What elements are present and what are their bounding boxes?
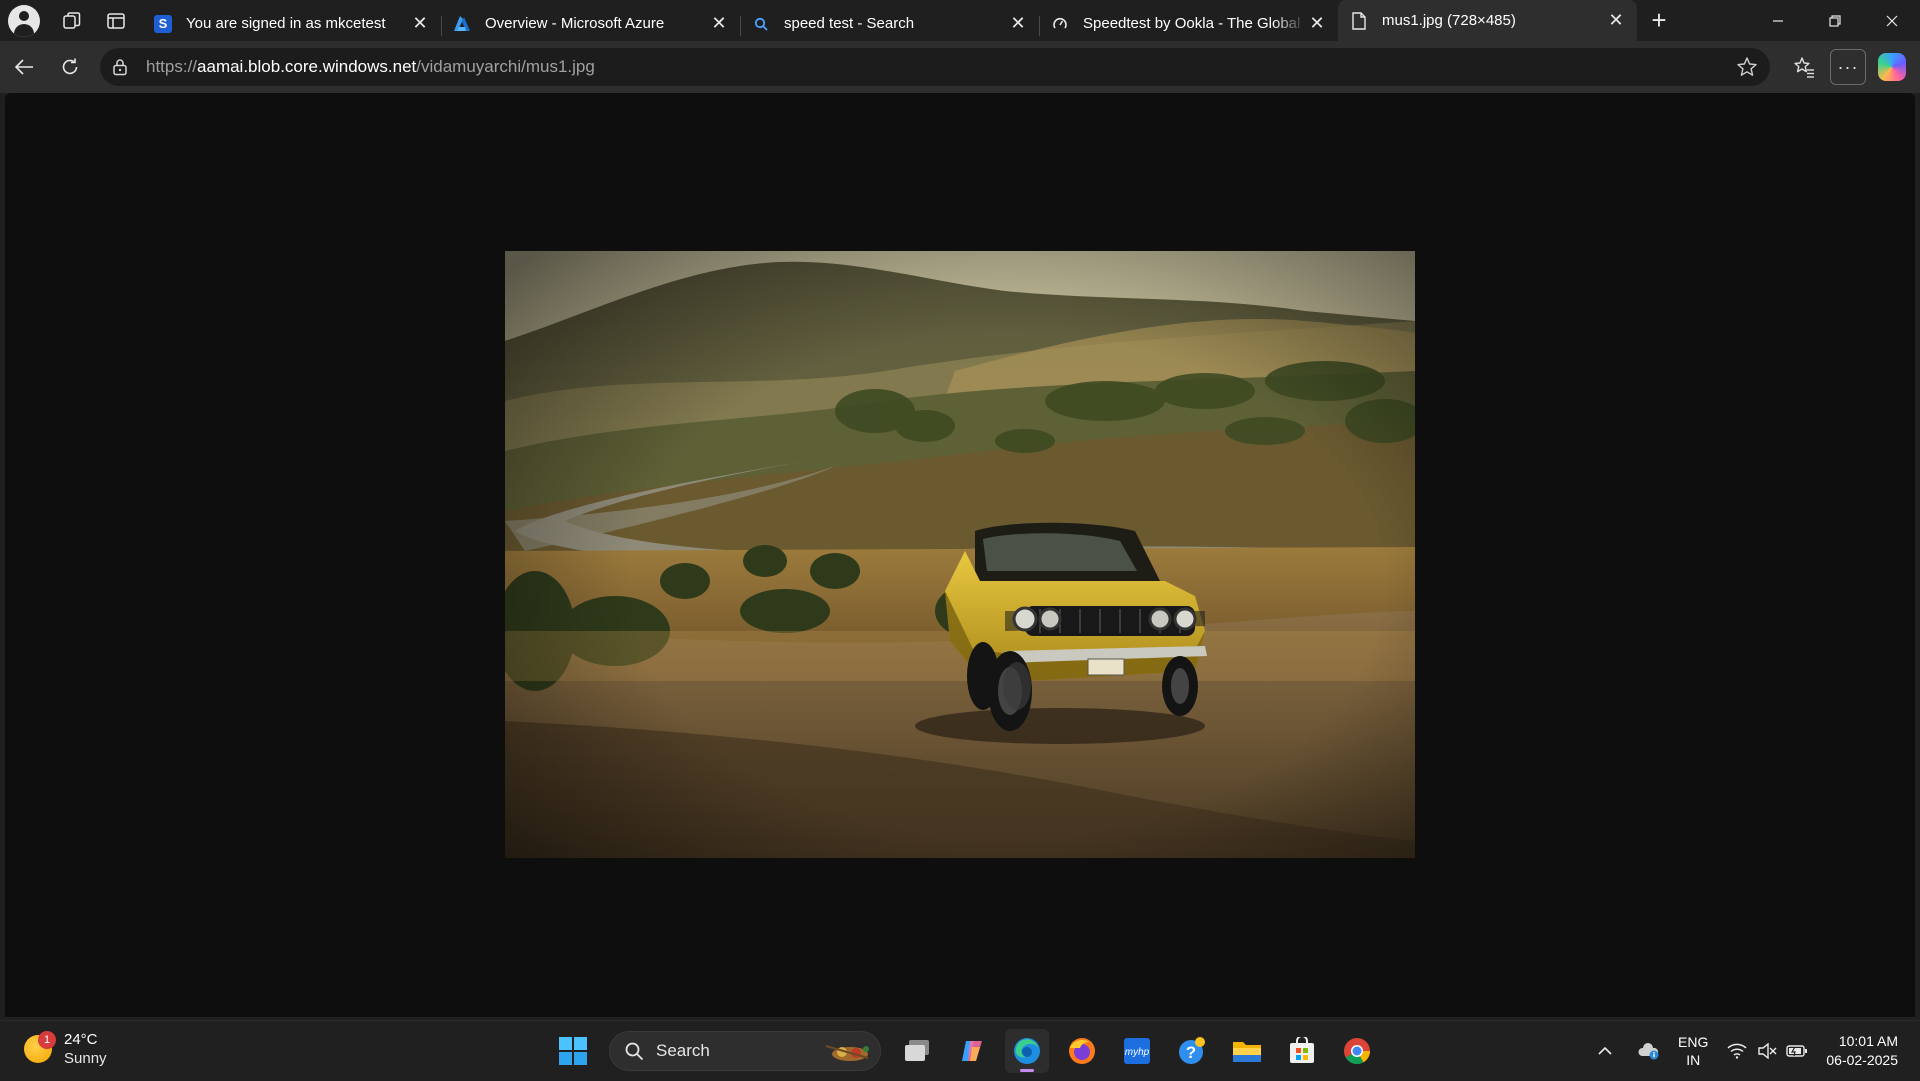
tab-azure[interactable]: Overview - Microsoft Azure ✕ — [441, 7, 740, 41]
notification-badge: 1 — [38, 1031, 56, 1049]
weather-widget[interactable]: 1 24°C Sunny — [24, 1030, 107, 1068]
search-placeholder: Search — [656, 1041, 710, 1060]
firefox-icon[interactable] — [1060, 1029, 1104, 1073]
speaker-muted-icon[interactable] — [1752, 1036, 1782, 1066]
myhp-icon[interactable]: myhp — [1115, 1029, 1159, 1073]
favorite-star-icon[interactable] — [1734, 54, 1760, 80]
search-icon — [625, 1042, 644, 1061]
onedrive-info-icon[interactable] — [1634, 1036, 1664, 1066]
taskbar-search[interactable]: Search — [609, 1031, 881, 1071]
tab-bing-search[interactable]: speed test - Search ✕ — [740, 7, 1039, 41]
tab-speedtest[interactable]: Speedtest by Ookla - The Global Broadban… — [1039, 7, 1338, 41]
clock[interactable]: 10:01 AM 06-02-2025 — [1826, 1032, 1898, 1070]
s-square-icon: S — [154, 14, 172, 33]
azure-icon — [453, 15, 471, 33]
tab-signed-in[interactable]: S You are signed in as mkcetest ✕ — [142, 7, 441, 41]
close-window-icon[interactable] — [1863, 0, 1920, 41]
weather-condition: Sunny — [64, 1050, 107, 1067]
wifi-icon[interactable] — [1722, 1036, 1752, 1066]
speedometer-icon — [1051, 15, 1069, 33]
search-icon — [752, 15, 770, 33]
windows-taskbar: 1 24°C Sunny Search myhp ? ENG IN 10:01 … — [0, 1020, 1920, 1080]
vertical-tabs-icon[interactable] — [94, 0, 138, 41]
mustang-photo[interactable] — [505, 251, 1415, 858]
workspaces-icon[interactable] — [50, 0, 94, 41]
svg-text:myhp: myhp — [1125, 1047, 1150, 1058]
battery-icon[interactable] — [1782, 1036, 1812, 1066]
taskbar-apps: Search myhp ? — [551, 1029, 1390, 1073]
url-text[interactable]: https://aamai.blob.core.windows.net/vida… — [146, 57, 595, 77]
close-tab-icon[interactable]: ✕ — [1605, 10, 1627, 32]
page-viewport — [5, 93, 1915, 1017]
favorites-list-icon[interactable] — [1782, 41, 1826, 93]
tab-mus1-jpg[interactable]: mus1.jpg (728×485) ✕ — [1338, 0, 1637, 41]
window-controls — [1749, 0, 1920, 41]
language-region: IN — [1686, 1052, 1701, 1068]
url-path: /vidamuyarchi/mus1.jpg — [416, 57, 595, 76]
close-tab-icon[interactable]: ✕ — [409, 13, 431, 35]
file-explorer-icon[interactable] — [1225, 1029, 1269, 1073]
close-tab-icon[interactable]: ✕ — [1306, 13, 1328, 35]
language-indicator[interactable]: ENG IN — [1678, 1033, 1708, 1069]
copilot-app-icon[interactable] — [950, 1029, 994, 1073]
url-host: aamai.blob.core.windows.net — [197, 57, 417, 76]
chrome-icon[interactable] — [1335, 1029, 1379, 1073]
microsoft-store-icon[interactable] — [1280, 1029, 1324, 1073]
search-highlight-icon — [825, 1045, 869, 1061]
close-tab-icon[interactable]: ✕ — [1007, 13, 1029, 35]
document-icon — [1350, 11, 1368, 30]
tab-title: You are signed in as mkcetest — [186, 15, 386, 32]
clock-time: 10:01 AM — [1838, 1033, 1898, 1049]
close-tab-icon[interactable]: ✕ — [708, 13, 730, 35]
windows-start-icon[interactable] — [551, 1029, 595, 1073]
chevron-up-icon[interactable] — [1590, 1036, 1620, 1066]
address-bar[interactable]: https://aamai.blob.core.windows.net/vida… — [100, 48, 1770, 86]
system-tray: ENG IN 10:01 AM 06-02-2025 — [1590, 1021, 1920, 1081]
clock-date: 06-02-2025 — [1826, 1052, 1898, 1068]
back-arrow-icon[interactable] — [4, 47, 44, 87]
restore-icon[interactable] — [1806, 0, 1863, 41]
copilot-icon[interactable] — [1878, 53, 1906, 81]
tab-list: S You are signed in as mkcetest ✕ Overvi… — [142, 0, 1637, 41]
language-code: ENG — [1678, 1034, 1709, 1050]
minimize-icon[interactable] — [1749, 0, 1806, 41]
sun-weather-icon: 1 — [24, 1031, 56, 1063]
svg-text:?: ? — [1186, 1043, 1196, 1062]
tab-strip: S You are signed in as mkcetest ✕ Overvi… — [0, 0, 1920, 41]
edge-browser-icon[interactable] — [1005, 1029, 1049, 1073]
lock-icon[interactable] — [112, 58, 128, 76]
more-options-icon[interactable]: ··· — [1830, 49, 1866, 85]
browser-toolbar: https://aamai.blob.core.windows.net/vida… — [0, 41, 1920, 93]
tab-title: speed test - Search — [784, 15, 915, 32]
tab-title: Overview - Microsoft Azure — [485, 15, 665, 32]
url-scheme: https:// — [146, 57, 198, 76]
help-icon[interactable]: ? — [1170, 1029, 1214, 1073]
photo-illustration — [505, 251, 1415, 858]
task-view-icon[interactable] — [895, 1029, 939, 1073]
toolbar-right: ··· — [1782, 41, 1920, 93]
tab-title: Speedtest by Ookla - The Global Broadban… — [1083, 15, 1306, 32]
tab-title: mus1.jpg (728×485) — [1382, 12, 1516, 29]
refresh-icon[interactable] — [50, 47, 90, 87]
weather-temp: 24°C — [64, 1031, 98, 1048]
new-tab-plus-icon[interactable]: + — [1639, 4, 1679, 38]
profile-avatar-icon[interactable] — [8, 4, 40, 37]
